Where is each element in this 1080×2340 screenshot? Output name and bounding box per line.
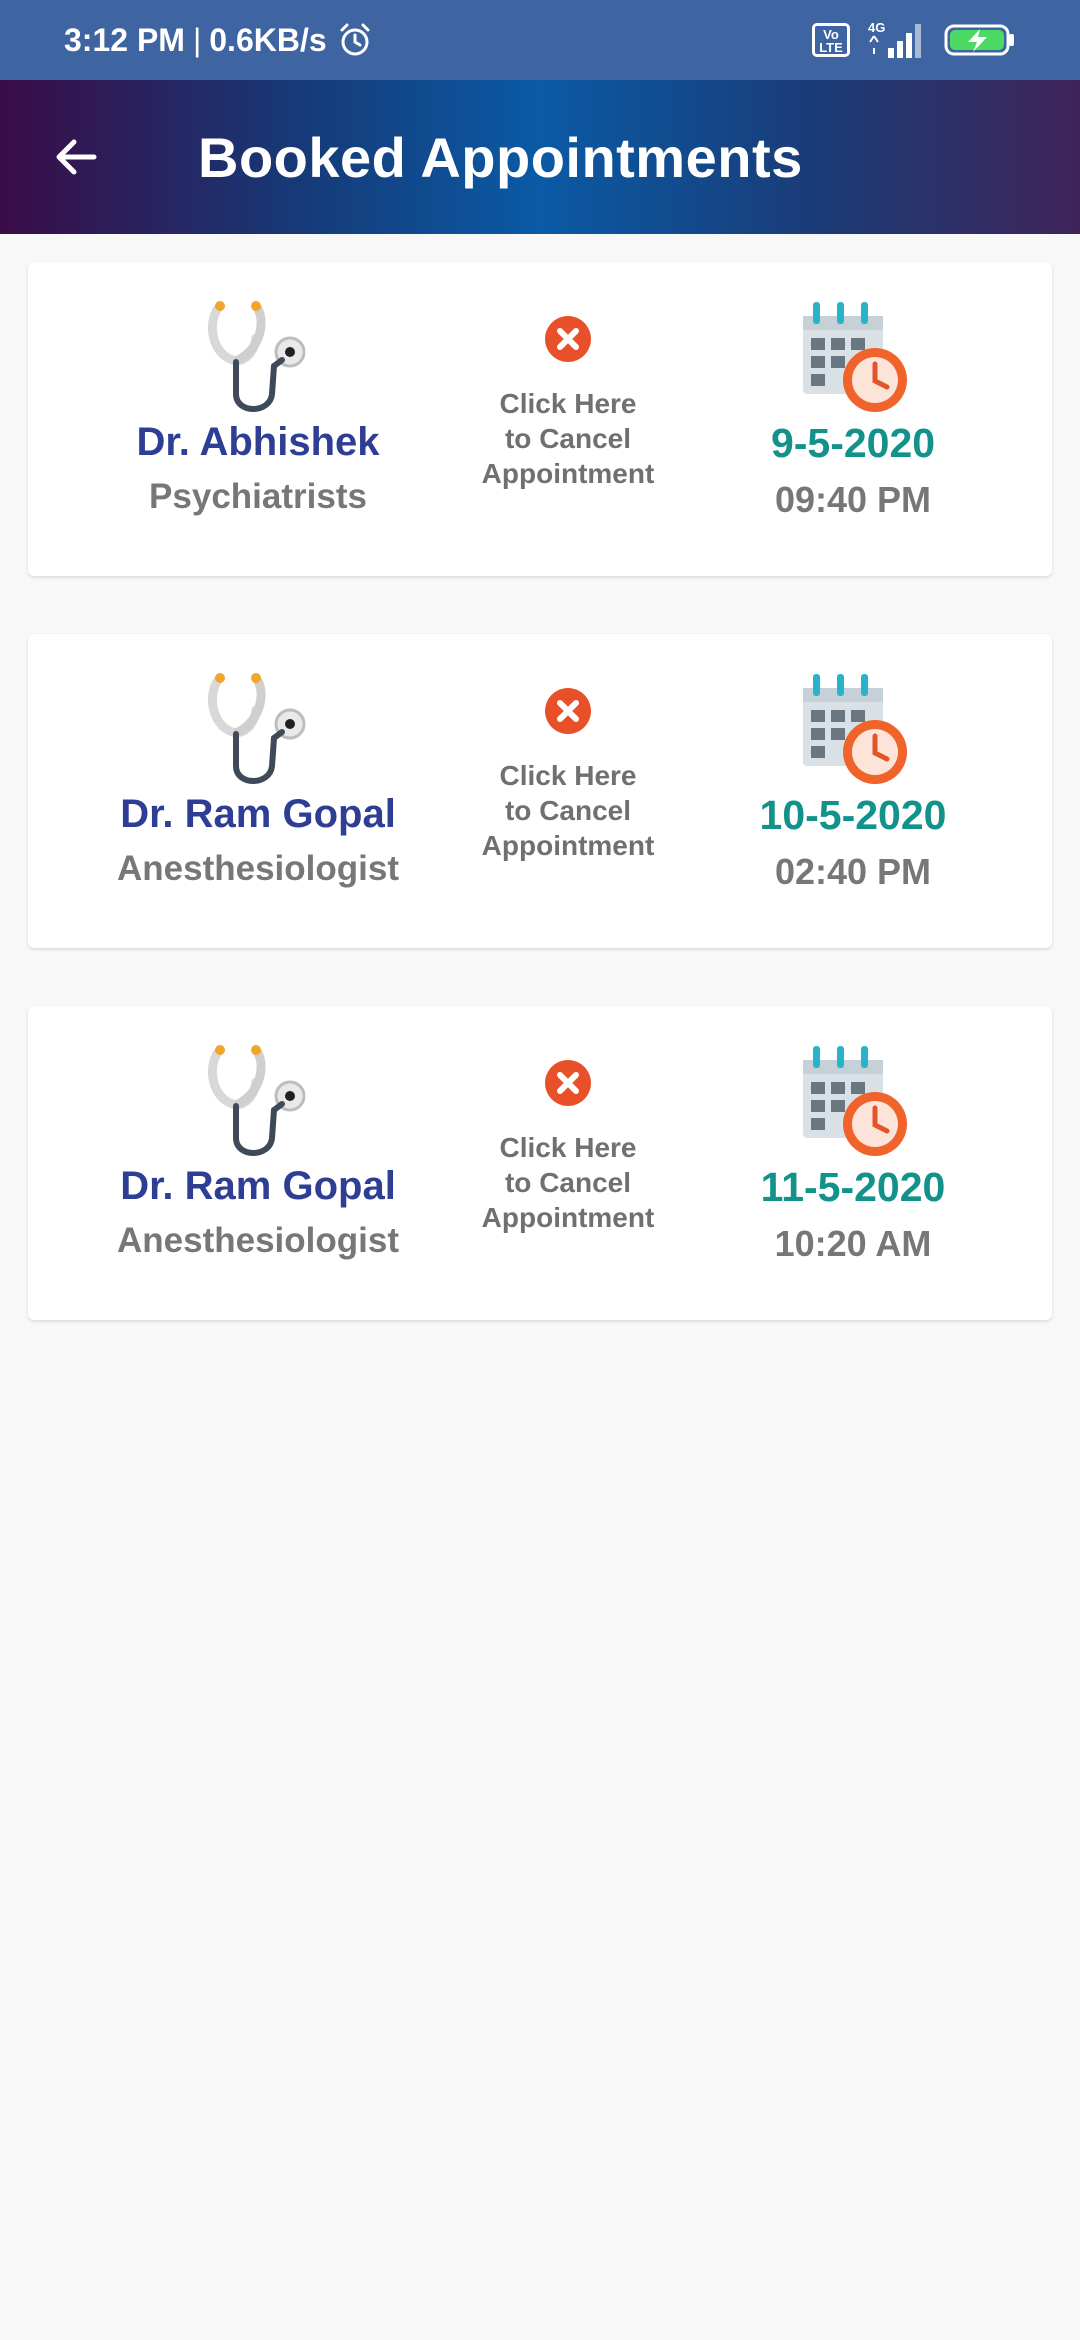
stethoscope-icon: [207, 1045, 306, 1156]
appointment-date: 11-5-2020: [760, 1164, 946, 1210]
cancel-label-line: Appointment: [481, 458, 655, 489]
cancel-label: Click Here to Cancel Appointment: [438, 386, 698, 491]
stethoscope-icon: [207, 673, 306, 784]
cancel-x-icon: [545, 688, 591, 734]
calendar-clock-icon: [803, 674, 907, 784]
doctor-name: Dr. Ram Gopal: [120, 1164, 396, 1208]
doctor-info: Dr. Abhishek Psychiatrists: [68, 262, 448, 576]
appointment-schedule: 10-5-2020 02:40 PM: [668, 634, 1038, 948]
alarm-icon: [340, 23, 370, 56]
status-bar: 3:12 PM | 0.6KB/s Vo LTE 4G: [0, 0, 1080, 80]
cancel-label: Click Here to Cancel Appointment: [438, 1130, 698, 1235]
appointment-card: Dr. Ram Gopal Anesthesiologist Click Her…: [28, 634, 1052, 948]
network-type-label: 4G: [868, 20, 885, 35]
cancel-label: Click Here to Cancel Appointment: [438, 758, 698, 863]
stethoscope-icon: [207, 301, 306, 412]
status-left: 3:12 PM | 0.6KB/s: [64, 22, 373, 59]
doctor-name: Dr. Ram Gopal: [120, 792, 396, 836]
arrow-left-icon: [56, 139, 97, 175]
volte-icon: Vo LTE: [812, 23, 850, 57]
appointment-time: 10:20 AM: [774, 1223, 932, 1264]
appointment-card: Dr. Ram Gopal Anesthesiologist Click Her…: [28, 1006, 1052, 1320]
status-right: Vo LTE 4G: [812, 20, 1016, 60]
appointment-schedule: 9-5-2020 09:40 PM: [668, 262, 1038, 576]
cancel-label-line: to Cancel: [504, 1167, 632, 1198]
battery-charging-icon: [944, 24, 1014, 56]
cancel-label-line: to Cancel: [504, 795, 632, 826]
cancel-x-icon: [545, 316, 591, 362]
cancel-label-line: Click Here: [499, 388, 637, 419]
calendar-clock-icon: [803, 302, 907, 412]
cancel-label-line: Appointment: [481, 1202, 655, 1233]
page-title: Booked Appointments: [198, 125, 803, 189]
cancel-x-icon: [545, 1060, 591, 1106]
signal-icon: 4G: [868, 20, 921, 58]
appointment-date: 9-5-2020: [770, 420, 936, 466]
calendar-clock-icon: [803, 1046, 907, 1156]
cancel-appointment-button[interactable]: Click Here to Cancel Appointment: [428, 1006, 708, 1320]
cancel-label-line: Click Here: [499, 1132, 637, 1163]
doctor-specialty: Anesthesiologist: [117, 1221, 399, 1260]
back-button[interactable]: [36, 117, 116, 197]
volte-bottom-label: LTE: [819, 40, 843, 55]
appointment-card: Dr. Abhishek Psychiatrists Click Here to…: [28, 262, 1052, 576]
doctor-info: Dr. Ram Gopal Anesthesiologist: [68, 1006, 448, 1320]
doctor-specialty: Psychiatrists: [149, 477, 367, 516]
appointment-time: 09:40 PM: [774, 479, 932, 520]
appointment-date: 10-5-2020: [759, 792, 947, 838]
app-bar: Booked Appointments: [0, 80, 1080, 234]
appointment-list: Dr. Abhishek Psychiatrists Click Here to…: [28, 262, 1052, 1378]
appointment-time: 02:40 PM: [774, 851, 932, 892]
doctor-specialty: Anesthesiologist: [117, 849, 399, 888]
status-network-speed: 0.6KB/s: [209, 21, 327, 58]
doctor-info: Dr. Ram Gopal Anesthesiologist: [68, 634, 448, 948]
cancel-appointment-button[interactable]: Click Here to Cancel Appointment: [428, 634, 708, 948]
cancel-label-line: Appointment: [481, 830, 655, 861]
cancel-label-line: to Cancel: [504, 423, 632, 454]
appointment-schedule: 11-5-2020 10:20 AM: [668, 1006, 1038, 1320]
cancel-label-line: Click Here: [499, 760, 637, 791]
doctor-name: Dr. Abhishek: [136, 420, 380, 464]
cancel-appointment-button[interactable]: Click Here to Cancel Appointment: [428, 262, 708, 576]
status-separator: |: [192, 21, 202, 58]
status-time: 3:12 PM: [64, 21, 185, 58]
